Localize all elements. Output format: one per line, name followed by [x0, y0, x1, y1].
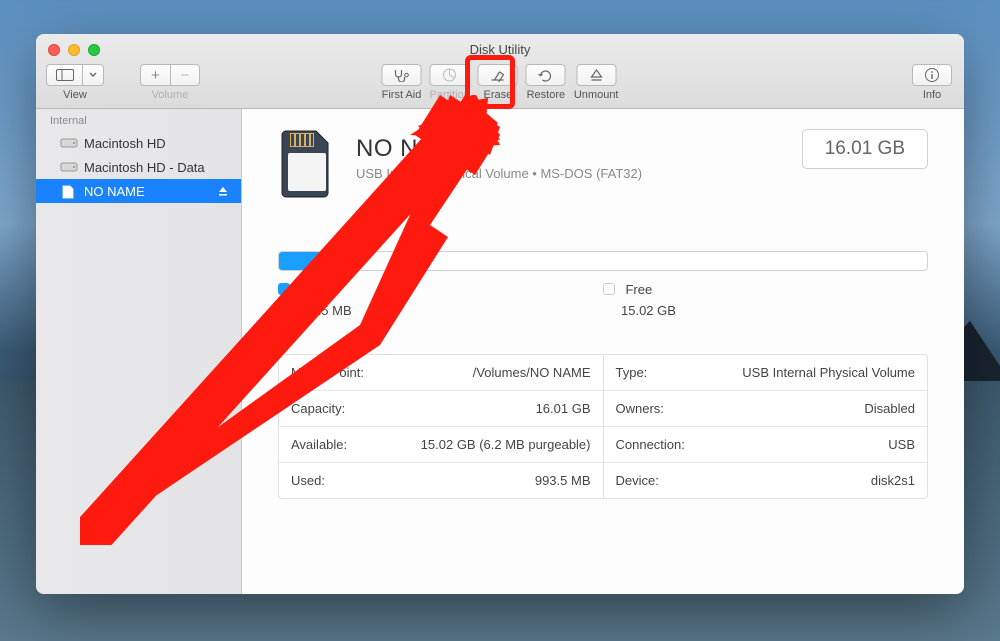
volume-name: NO NAME: [356, 135, 782, 163]
sd-card-icon: [60, 184, 78, 198]
unmount-button[interactable]: [576, 64, 616, 86]
details-key: Capacity:: [291, 401, 345, 416]
details-value: USB: [888, 437, 915, 452]
legend-free: Free 15.02 GB: [603, 281, 928, 318]
view-dropdown-button[interactable]: [82, 64, 104, 86]
pie-icon: [442, 67, 458, 83]
legend-used-swatch: [278, 283, 290, 295]
details-key: Owners:: [616, 401, 664, 416]
usage-bar: [278, 251, 928, 271]
toolbar-restore-group: Restore: [526, 64, 566, 101]
disk-utility-window: Disk Utility View: [36, 34, 964, 594]
sidebar-heading: Internal: [36, 109, 241, 131]
details-col-right: Type: USB Internal Physical Volume Owner…: [604, 355, 928, 498]
volume-label: Volume: [152, 89, 189, 101]
details-table: Mount Point: /Volumes/NO NAME Capacity: …: [278, 354, 928, 499]
usage-legend: Used 993.5 MB Free 15.02 GB: [278, 281, 928, 318]
erase-label: Erase: [483, 89, 512, 101]
toolbar-info-group: Info: [912, 64, 952, 101]
legend-free-label: Free: [625, 282, 652, 297]
restore-label: Restore: [527, 89, 566, 101]
details-value: disk2s1: [871, 473, 915, 488]
stethoscope-icon: [393, 68, 411, 82]
sidebar-item-label: NO NAME: [84, 184, 145, 199]
view-label: View: [63, 89, 87, 101]
details-row: Used: 993.5 MB: [279, 463, 603, 498]
legend-used-label: Used: [300, 282, 330, 297]
usage-bar-used: [279, 252, 319, 270]
volume-remove-button[interactable]: −: [170, 64, 200, 86]
details-value: 16.01 GB: [536, 401, 591, 416]
restore-icon: [538, 68, 554, 82]
details-row: Device: disk2s1: [604, 463, 928, 498]
partition-label: Partition: [430, 89, 470, 101]
eject-icon[interactable]: [217, 185, 229, 197]
toolbar-erase-group: Erase: [478, 64, 518, 101]
sidebar: Internal Macintosh HD Macintosh HD - Dat…: [36, 109, 242, 594]
sidebar-item-macintosh-hd[interactable]: Macintosh HD: [36, 131, 241, 155]
window-title: Disk Utility: [36, 42, 964, 57]
details-value: Disabled: [864, 401, 915, 416]
toolbar-view-group: View: [46, 64, 104, 101]
main-pane: NO NAME USB Internal Physical Volume • M…: [242, 109, 964, 594]
disk-icon: [60, 160, 78, 174]
details-row: Capacity: 16.01 GB: [279, 391, 603, 427]
sidebar-layout-icon: [56, 69, 74, 81]
legend-used-value: 993.5 MB: [296, 303, 603, 318]
toolbar-center: First Aid Partition: [382, 64, 619, 101]
disk-icon: [60, 136, 78, 150]
titlebar: Disk Utility View: [36, 34, 964, 109]
eject-icon: [589, 68, 603, 82]
toolbar: View + − Volume: [36, 60, 964, 108]
volume-subtitle: USB Internal Physical Volume • MS-DOS (F…: [356, 166, 782, 181]
unmount-label: Unmount: [574, 89, 619, 101]
toolbar-unmount-group: Unmount: [574, 64, 619, 101]
details-value: /Volumes/NO NAME: [473, 365, 591, 380]
details-row: Owners: Disabled: [604, 391, 928, 427]
sidebar-item-macintosh-hd-data[interactable]: Macintosh HD - Data: [36, 155, 241, 179]
details-key: Connection:: [616, 437, 685, 452]
volume-info: NO NAME USB Internal Physical Volume • M…: [356, 129, 782, 181]
legend-free-swatch: [603, 283, 615, 295]
restore-button[interactable]: [526, 64, 566, 86]
erase-icon: [490, 68, 506, 82]
details-value: USB Internal Physical Volume: [742, 365, 915, 380]
sd-card-large-icon: [278, 129, 336, 199]
erase-button[interactable]: [478, 64, 518, 86]
view-button[interactable]: [46, 64, 82, 86]
details-key: Used:: [291, 473, 325, 488]
toolbar-firstaid-group: First Aid: [382, 64, 422, 101]
volume-header: NO NAME USB Internal Physical Volume • M…: [278, 129, 928, 199]
details-row: Type: USB Internal Physical Volume: [604, 355, 928, 391]
details-value: 993.5 MB: [535, 473, 591, 488]
sidebar-item-no-name[interactable]: NO NAME: [36, 179, 241, 203]
details-col-left: Mount Point: /Volumes/NO NAME Capacity: …: [279, 355, 604, 498]
details-key: Device:: [616, 473, 659, 488]
volume-add-button[interactable]: +: [140, 64, 170, 86]
details-key: Type:: [616, 365, 648, 380]
content-area: Internal Macintosh HD Macintosh HD - Dat…: [36, 109, 964, 594]
partition-button[interactable]: [430, 64, 470, 86]
chevron-down-icon: [89, 72, 97, 78]
info-label: Info: [923, 89, 941, 101]
first-aid-label: First Aid: [382, 89, 422, 101]
toolbar-volume-group: + − Volume: [140, 64, 200, 101]
legend-used: Used 993.5 MB: [278, 281, 603, 318]
info-icon: [924, 67, 940, 83]
plus-icon: +: [151, 68, 160, 83]
first-aid-button[interactable]: [382, 64, 422, 86]
info-button[interactable]: [912, 64, 952, 86]
volume-size-box: 16.01 GB: [802, 129, 928, 169]
toolbar-partition-group: Partition: [430, 64, 470, 101]
sidebar-item-label: Macintosh HD: [84, 136, 166, 151]
details-row: Connection: USB: [604, 427, 928, 463]
sidebar-item-label: Macintosh HD - Data: [84, 160, 205, 175]
details-row: Mount Point: /Volumes/NO NAME: [279, 355, 603, 391]
details-key: Available:: [291, 437, 347, 452]
details-row: Available: 15.02 GB (6.2 MB purgeable): [279, 427, 603, 463]
minus-icon: −: [181, 68, 190, 83]
details-value: 15.02 GB (6.2 MB purgeable): [421, 437, 591, 452]
legend-free-value: 15.02 GB: [621, 303, 928, 318]
details-key: Mount Point:: [291, 365, 364, 380]
